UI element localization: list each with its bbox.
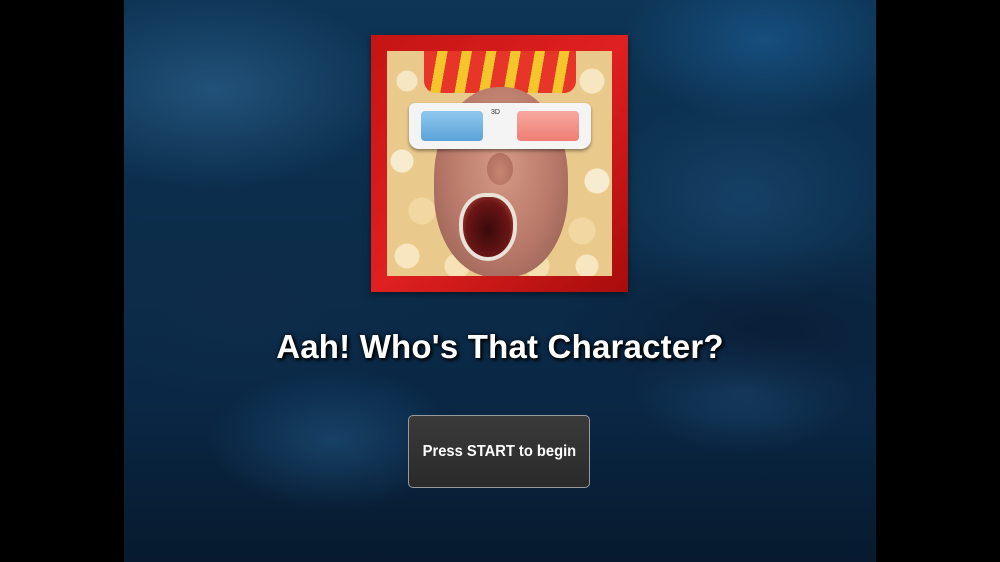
face-nose — [487, 153, 513, 185]
start-button-label: Press START to begin — [422, 442, 576, 460]
red-lens — [517, 111, 579, 141]
start-button[interactable]: Press START to begin — [408, 415, 590, 488]
open-mouth — [459, 193, 517, 261]
popcorn-face-image: 3D — [387, 51, 612, 276]
blue-lens — [421, 111, 483, 141]
title-screen: 3D Aah! Who's That Character? Press STAR… — [124, 0, 876, 562]
game-title-art: 3D — [371, 35, 628, 292]
game-screen: 3D Aah! Who's That Character? Press STAR… — [0, 0, 1000, 562]
3d-glasses-icon: 3D — [409, 103, 591, 149]
letterbox-left — [0, 0, 124, 562]
game-title: Aah! Who's That Character? — [276, 328, 724, 365]
letterbox-right — [876, 0, 1000, 562]
glasses-badge: 3D — [491, 109, 500, 116]
